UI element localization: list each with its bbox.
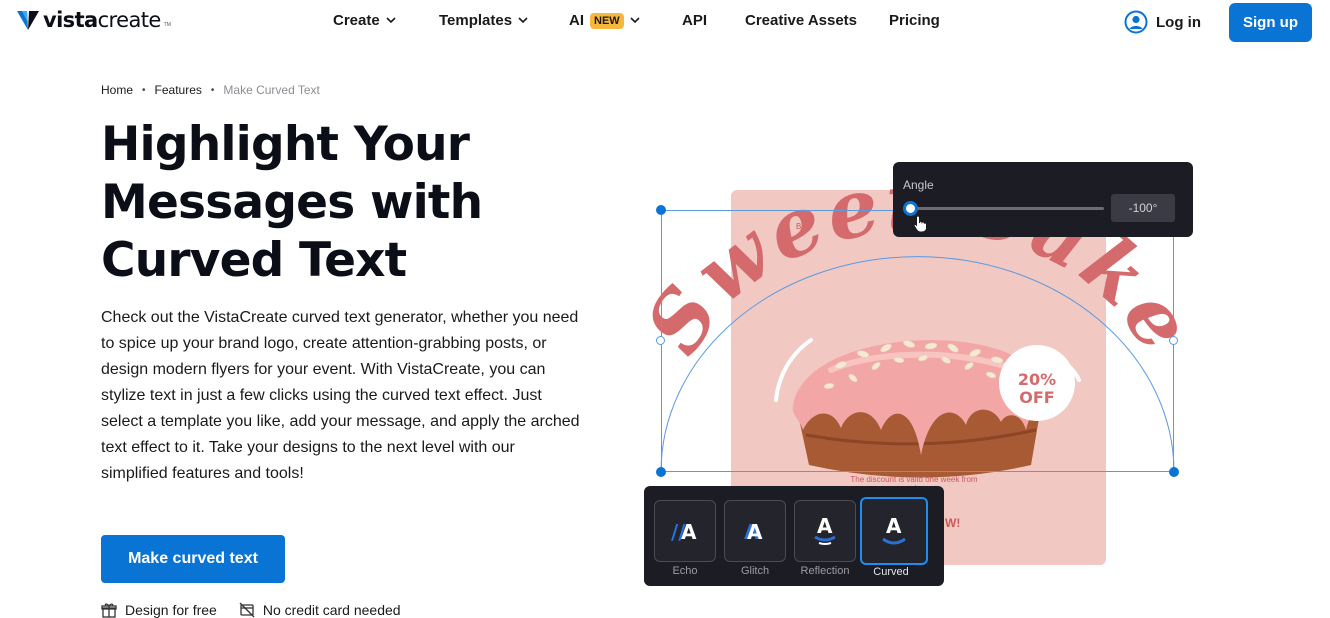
angle-label: Angle <box>903 178 934 192</box>
login-label: Log in <box>1156 13 1201 31</box>
text-selection-frame <box>661 210 1174 472</box>
angle-panel: Angle -100° <box>893 162 1193 237</box>
resize-handle-bottom-right[interactable] <box>1169 467 1179 477</box>
effect-glitch-label: Glitch <box>740 565 770 577</box>
effect-reflection-label: Reflection <box>800 565 850 577</box>
reflection-effect-icon: A <box>814 514 836 545</box>
nav-api[interactable]: API <box>682 12 707 29</box>
breadcrumb-separator: • <box>142 84 146 96</box>
hero-description: Check out the VistaCreate curved text ge… <box>101 309 580 482</box>
breadcrumb-separator: • <box>210 84 215 96</box>
nav-create-label: Create <box>333 12 380 29</box>
nav-ai[interactable]: AI NEW <box>569 12 640 29</box>
effect-glitch[interactable]: A A Glitch <box>724 500 786 578</box>
effect-reflection[interactable]: A Reflection <box>794 500 856 578</box>
nav-pricing[interactable]: Pricing <box>889 12 940 29</box>
echo-effect-icon: // A <box>671 520 697 544</box>
glitch-effect-icon: A A <box>744 520 763 544</box>
nav-templates-label: Templates <box>439 12 513 29</box>
new-badge: NEW <box>590 12 624 29</box>
perk-no-card: No credit card needed <box>239 602 401 618</box>
effect-echo-label: Echo <box>672 565 698 577</box>
perk-no-card-label: No credit card needed <box>262 602 401 618</box>
effect-reflection-preview: A <box>794 500 856 562</box>
vistacreate-logo[interactable]: vistacreate TM <box>16 8 171 32</box>
angle-value-field[interactable]: -100° <box>1111 194 1175 222</box>
resize-handle-bottom-left[interactable] <box>656 467 666 477</box>
nav-creative-assets[interactable]: Creative Assets <box>745 12 857 29</box>
effect-echo-preview: // A <box>654 500 716 562</box>
svg-text:A: A <box>817 514 833 538</box>
user-icon <box>1124 10 1148 34</box>
curved-text-illustration: B 20% OFF The discount is valid one week… <box>640 160 1200 590</box>
perk-design-free: Design for free <box>101 602 217 618</box>
make-curved-text-button[interactable]: Make curved text <box>101 535 285 583</box>
effect-glitch-preview: A A <box>724 500 786 562</box>
top-nav: vistacreate TM Create Templates AI NEW A… <box>0 0 1330 44</box>
effect-curved-label: Curved <box>873 566 909 578</box>
resize-handle-right[interactable] <box>1169 336 1178 345</box>
breadcrumb: Home • Features • Make Curved Text <box>101 83 320 97</box>
curved-effect-icon: A <box>882 514 906 545</box>
perks-list: Design for free No credit card needed <box>101 602 423 618</box>
nav-create[interactable]: Create <box>333 12 396 29</box>
effect-curved-preview: A <box>860 497 928 565</box>
angle-slider-track[interactable] <box>910 207 1104 210</box>
breadcrumb-current: Make Curved Text <box>223 83 320 97</box>
svg-text:A: A <box>747 520 763 544</box>
page-title-line-2: Messages with <box>101 175 483 230</box>
vistacreate-logo-icon <box>17 11 39 30</box>
effect-echo[interactable]: // A Echo <box>654 500 716 578</box>
nav-templates[interactable]: Templates <box>439 12 528 29</box>
breadcrumb-features[interactable]: Features <box>155 83 202 97</box>
nav-ai-label: AI <box>569 12 584 29</box>
breadcrumb-home[interactable]: Home <box>101 83 133 97</box>
chevron-down-icon <box>518 17 528 24</box>
logo-wordmark: vistacreate <box>43 8 161 32</box>
chevron-down-icon <box>386 17 396 24</box>
signup-button[interactable]: Sign up <box>1229 3 1312 42</box>
svg-text:A: A <box>886 514 902 538</box>
page-title: Highlight Your Messages with Curved Text <box>101 116 581 290</box>
chevron-down-icon <box>630 17 640 24</box>
hand-pointer-icon <box>913 215 927 233</box>
nav-creative-assets-label: Creative Assets <box>745 12 858 29</box>
effect-curved[interactable]: A Curved <box>860 497 928 578</box>
nav-api-label: API <box>682 12 708 29</box>
page-title-line-3: Curved Text <box>101 233 407 288</box>
gift-icon <box>101 603 117 618</box>
nav-pricing-label: Pricing <box>889 12 940 29</box>
resize-handle-top-left[interactable] <box>656 205 666 215</box>
no-card-icon <box>239 602 255 618</box>
text-effects-panel: // A Echo A A Glitch A Reflection A Curv… <box>644 486 944 586</box>
login-link[interactable]: Log in <box>1124 10 1201 34</box>
svg-text:A: A <box>681 520 697 544</box>
resize-handle-left[interactable] <box>656 336 665 345</box>
angle-slider-thumb[interactable] <box>903 201 918 216</box>
perk-design-free-label: Design for free <box>125 602 217 618</box>
logo-trademark: TM <box>163 22 171 28</box>
page-title-line-1: Highlight Your <box>101 117 470 172</box>
